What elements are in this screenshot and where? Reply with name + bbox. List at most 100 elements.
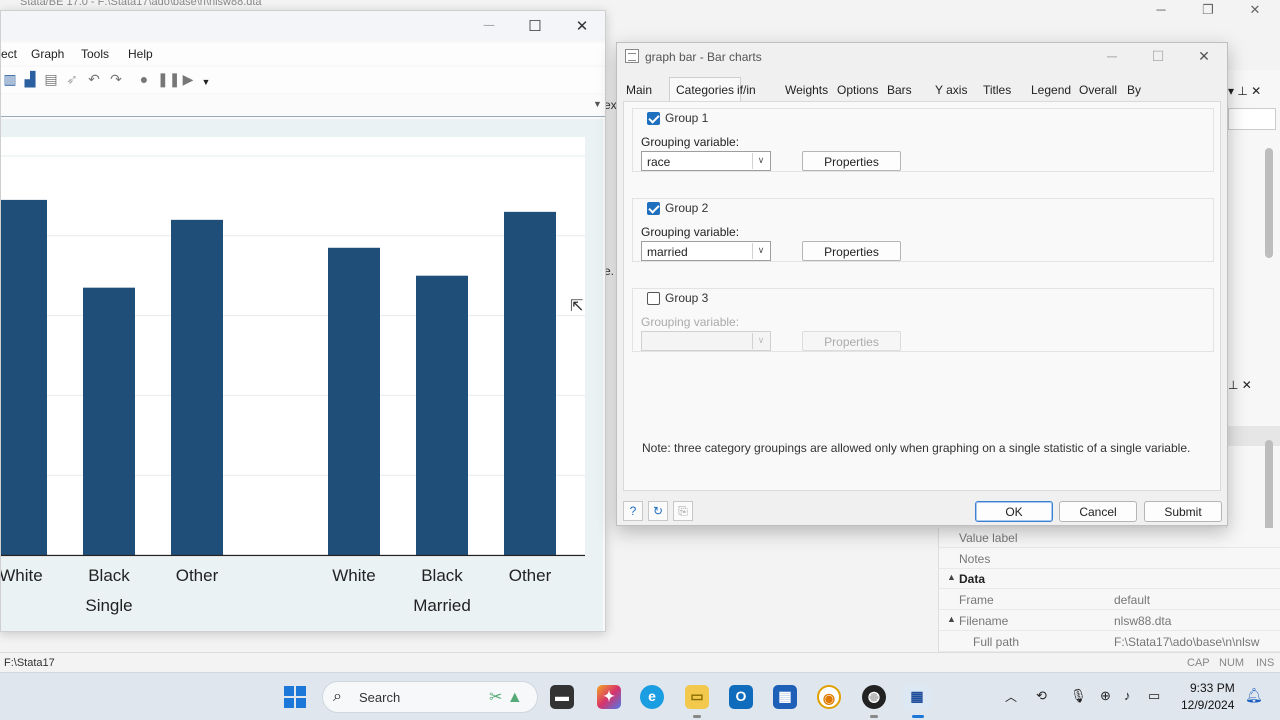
scrollbar[interactable] — [1265, 148, 1273, 258]
group-3-box: Group 3 Grouping variable: ∨ Properties — [632, 288, 1214, 352]
property-row[interactable]: ▲Full pathF:\Stata17\ado\base\n\nlsw — [939, 632, 1280, 652]
windows-start-icon[interactable] — [284, 686, 306, 708]
tab-y-axis[interactable]: Y axis — [935, 79, 967, 101]
property-row[interactable]: Frame default — [939, 590, 1280, 611]
dialog-title: graph bar - Bar charts — [645, 50, 762, 64]
menu-help[interactable]: Help — [128, 47, 153, 61]
group-2-box: Group 2 Grouping variable: married ∨ Pro… — [632, 198, 1214, 262]
menu-tools[interactable]: Tools — [81, 47, 109, 61]
group-1-box: Group 1 Grouping variable: race ∨ Proper… — [632, 108, 1214, 172]
speaker-icon[interactable]: ♪ — [1124, 688, 1131, 703]
tab-main[interactable]: Main — [626, 79, 652, 101]
ok-button[interactable]: OK — [975, 501, 1053, 522]
clock-date[interactable]: 12/9/2024 — [1181, 698, 1234, 712]
chevron-down-icon[interactable]: ▼ — [593, 99, 602, 109]
submit-button[interactable]: Submit — [1144, 501, 1222, 522]
group-3-properties-button[interactable]: Properties — [802, 331, 901, 351]
menu-graph[interactable]: Graph — [31, 47, 64, 61]
category-tick-label: White — [332, 566, 375, 585]
tab-if-in[interactable]: if/in — [737, 79, 756, 101]
clock-time[interactable]: 9:33 PM — [1190, 681, 1235, 695]
redo-icon[interactable]: ↷ — [107, 71, 125, 88]
edge-icon[interactable]: e — [640, 685, 664, 709]
obs-icon[interactable]: ◍ — [862, 685, 886, 709]
document-icon[interactable]: ▤ — [42, 71, 60, 88]
group-1-checkbox[interactable] — [647, 112, 660, 125]
bar-married-other — [504, 211, 556, 556]
microphone-icon[interactable]: 🎙︎ — [1070, 688, 1087, 704]
close-icon[interactable]: ✕ — [1189, 48, 1219, 65]
battery-icon[interactable]: ▭ — [1148, 688, 1160, 704]
property-row[interactable]: Notes — [939, 549, 1280, 569]
graph-editor-icon[interactable]: ▥ — [1, 71, 19, 88]
file-explorer-dark-icon[interactable]: ▬ — [550, 685, 574, 709]
tab-legend[interactable]: Legend — [1031, 79, 1071, 101]
property-key: Value label — [959, 531, 1018, 545]
globe-icon[interactable]: ⊕ — [1100, 688, 1111, 704]
category-tick-label: Black — [421, 566, 463, 585]
expand-triangle-icon[interactable]: ▲ — [947, 572, 956, 582]
pin-icon[interactable]: ⊥ ✕ — [1228, 378, 1252, 392]
property-row[interactable]: ▲ Data — [939, 569, 1280, 590]
group-3-checkbox[interactable] — [647, 292, 660, 305]
property-row[interactable]: ▲ Filename nlsw88.dta — [939, 611, 1280, 631]
tab-options[interactable]: Options — [837, 79, 878, 101]
chevron-down-icon[interactable]: ∨ — [752, 153, 769, 169]
pin-icon[interactable]: ▾ ⊥ ✕ — [1228, 84, 1261, 98]
scrollbar[interactable] — [1265, 440, 1273, 535]
grouping-variable-label: Grouping variable: — [641, 135, 740, 149]
reset-icon[interactable]: ↻ — [648, 501, 668, 521]
chevron-down-icon[interactable]: ∨ — [752, 243, 769, 259]
tab-by[interactable]: By — [1127, 79, 1141, 101]
property-key: Frame — [959, 593, 994, 608]
graph-tabstrip: ▼ — [1, 95, 605, 117]
group-2-properties-button[interactable]: Properties — [802, 241, 901, 261]
pause-icon[interactable]: ❚❚ — [157, 71, 180, 88]
group-1-properties-button[interactable]: Properties — [802, 151, 901, 171]
tab-weights[interactable]: Weights — [785, 79, 828, 101]
minimize-icon[interactable]: ─ — [474, 17, 504, 34]
help-icon[interactable]: ? — [623, 501, 643, 521]
group-3-variable-combo[interactable]: ∨ — [641, 331, 771, 351]
chevron-down-icon[interactable]: ∨ — [752, 333, 769, 349]
maximize-icon[interactable]: ☐ — [520, 17, 550, 35]
stata-icon[interactable]: ▦ — [903, 685, 931, 709]
outlook-icon[interactable]: O — [729, 685, 753, 709]
copilot-icon[interactable]: ✦ — [597, 685, 621, 709]
tab-overall[interactable]: Overall — [1079, 79, 1117, 101]
property-row[interactable]: Value label — [939, 528, 1280, 548]
play-icon[interactable]: ▶ — [179, 71, 197, 88]
record-icon[interactable]: ● — [135, 71, 153, 87]
folder-icon[interactable]: ▭ — [685, 685, 709, 709]
expand-triangle-icon[interactable]: ▲ — [947, 614, 956, 624]
close-icon[interactable]: ✕ — [567, 17, 597, 35]
sync-icon[interactable]: ⟲ — [1036, 688, 1047, 704]
chrome-canary-icon[interactable]: ◉ — [817, 685, 841, 709]
menu-edit[interactable]: ect — [1, 47, 17, 61]
group-1-variable-combo[interactable]: race ∨ — [641, 151, 771, 171]
group-2-checkbox[interactable] — [647, 202, 660, 215]
dialog-icon — [625, 49, 639, 63]
tab-titles[interactable]: Titles — [983, 79, 1011, 101]
tab-bars[interactable]: Bars — [887, 79, 912, 101]
notification-bell-icon[interactable]: 🔔︎ — [1245, 687, 1263, 704]
tab-categories[interactable]: Categories — [669, 77, 742, 101]
minimize-icon[interactable]: ─ — [1146, 2, 1176, 17]
minimize-icon[interactable]: ─ — [1097, 48, 1127, 64]
restore-icon[interactable]: ❐ — [1193, 2, 1223, 18]
group-label: Married — [413, 596, 471, 615]
taskbar-search[interactable]: ⌕ Search ✂ ▲ — [322, 681, 538, 713]
filter-input[interactable] — [1228, 108, 1276, 130]
pointer-icon[interactable]: ➶ — [63, 71, 81, 88]
graph-icon[interactable]: ▟ — [21, 71, 39, 88]
cancel-button[interactable]: Cancel — [1059, 501, 1137, 522]
maximize-icon[interactable]: ☐ — [1143, 48, 1173, 65]
group-2-variable-combo[interactable]: married ∨ — [641, 241, 771, 261]
bar-single-white — [1, 199, 47, 555]
store-icon[interactable]: ▦ — [773, 685, 797, 709]
undo-icon[interactable]: ↶ — [85, 71, 103, 88]
copy-command-icon[interactable]: ⎘ — [673, 501, 693, 521]
chevron-up-icon[interactable]: ︿ — [1005, 688, 1017, 705]
chevron-down-icon[interactable]: ▼ — [197, 77, 215, 87]
close-icon[interactable]: ✕ — [1240, 2, 1270, 18]
